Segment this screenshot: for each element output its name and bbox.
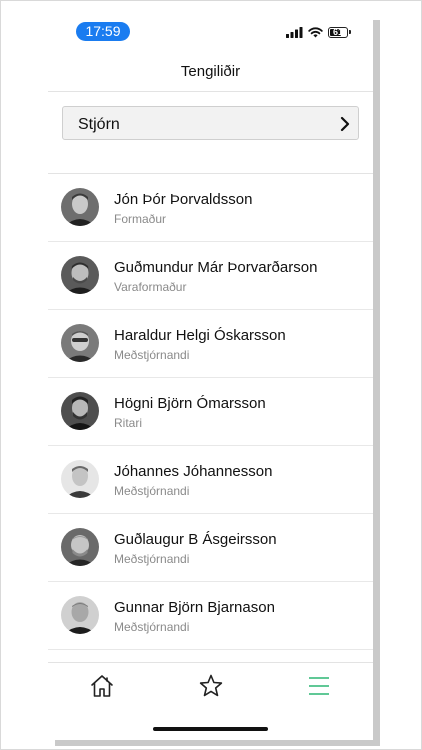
contact-name: Jóhannes Jóhannesson: [114, 463, 273, 480]
chevron-right-icon: [340, 116, 350, 132]
battery-icon: 61: [328, 26, 348, 38]
battery-cap: [349, 30, 351, 34]
contact-name: Jón Þór Þorvaldsson: [114, 191, 253, 208]
contact-list-item[interactable]: Högni Björn Ómarsson Ritari: [48, 378, 373, 446]
cellular-signal-icon: [286, 26, 303, 38]
contact-list-item[interactable]: Guðmundur Már Þorvarðarson Varaformaður: [48, 242, 373, 310]
avatar: [61, 324, 99, 362]
home-icon[interactable]: [89, 673, 115, 699]
contact-role: Ritari: [114, 416, 143, 430]
status-icons: 61: [286, 25, 351, 39]
contact-name: Haraldur Helgi Óskarsson: [114, 327, 286, 344]
contact-list-item[interactable]: Jóhannes Jóhannesson Meðstjórnandi: [48, 446, 373, 514]
contact-list: Jón Þór Þorvaldsson Formaður Guðmundur M…: [48, 173, 373, 650]
status-time[interactable]: 17:59: [76, 22, 130, 41]
page-title: Tengiliðir: [180, 63, 241, 80]
contact-name: Gunnar Björn Bjarnason: [114, 599, 275, 616]
avatar: [61, 256, 99, 294]
avatar: [61, 596, 99, 634]
wifi-icon: [308, 26, 323, 37]
contact-role: Meðstjórnandi: [114, 484, 190, 498]
header: Tengiliðir: [48, 50, 373, 92]
contact-list-item[interactable]: Jón Þór Þorvaldsson Formaður: [48, 174, 373, 242]
contact-list-item[interactable]: Gunnar Björn Bjarnason Meðstjórnandi: [48, 582, 373, 650]
avatar: [61, 460, 99, 498]
contact-name: Guðmundur Már Þorvarðarson: [114, 259, 318, 276]
battery-level: 61: [332, 26, 343, 37]
screenshot-page: 17:59 61 Tengiliðir Stjórn Jón Þór Þorva…: [0, 0, 422, 750]
group-selector-button[interactable]: Stjórn: [62, 106, 359, 140]
tab-bar: [48, 662, 373, 740]
contact-role: Formaður: [114, 212, 167, 226]
contact-name: Guðlaugur B Ásgeirsson: [114, 531, 277, 548]
phone-screen: 17:59 61 Tengiliðir Stjórn Jón Þór Þorva…: [48, 14, 373, 740]
menu-icon[interactable]: [306, 673, 332, 699]
contact-name: Högni Björn Ómarsson: [114, 395, 266, 412]
star-icon[interactable]: [198, 673, 224, 699]
group-selector-label: Stjórn: [78, 116, 120, 133]
avatar: [61, 392, 99, 430]
home-indicator[interactable]: [153, 727, 268, 731]
contact-role: Meðstjórnandi: [114, 348, 190, 362]
status-bar: 17:59 61: [48, 14, 373, 50]
contact-role: Meðstjórnandi: [114, 552, 190, 566]
contact-list-item[interactable]: Guðlaugur B Ásgeirsson Meðstjórnandi: [48, 514, 373, 582]
contact-role: Meðstjórnandi: [114, 620, 190, 634]
avatar: [61, 188, 99, 226]
avatar: [61, 528, 99, 566]
contact-role: Varaformaður: [114, 280, 187, 294]
contact-list-item[interactable]: Haraldur Helgi Óskarsson Meðstjórnandi: [48, 310, 373, 378]
